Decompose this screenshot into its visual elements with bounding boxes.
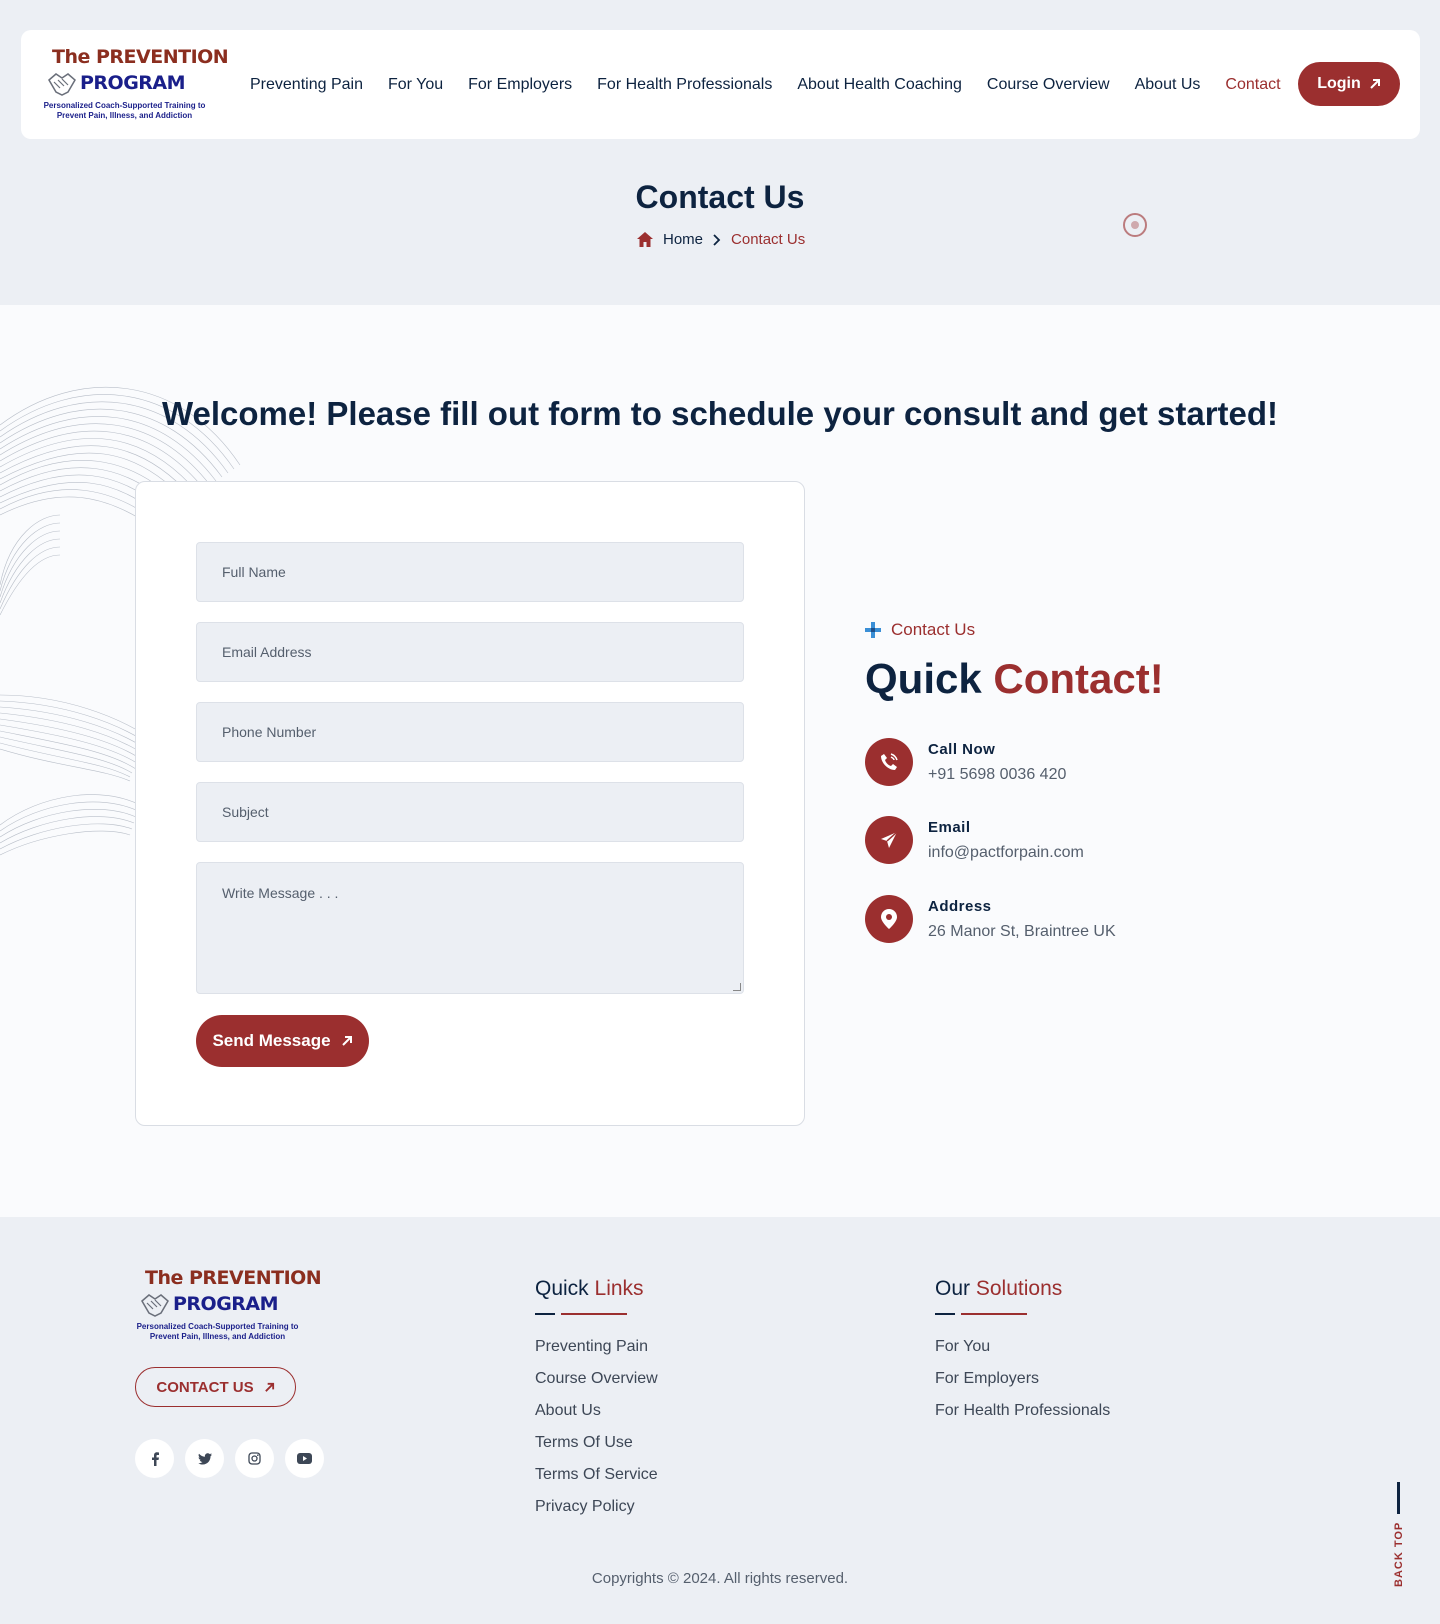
full-name-input[interactable]: Full Name [196,542,744,602]
back-top-label: BACK TOP [1393,1521,1405,1587]
email-input[interactable]: Email Address [196,622,744,682]
quick-links-column: Quick Links Preventing Pain Course Overv… [535,1277,658,1530]
site-header: The PREVENTION PROGRAM Personalized Coac… [21,30,1420,139]
copyright: Copyrights © 2024. All rights reserved. [591,1570,849,1587]
nav-for-employers[interactable]: For Employers [468,76,572,94]
welcome-heading: Welcome! Please fill out form to schedul… [161,395,1279,432]
location-pin-icon [865,895,913,943]
phone-icon [865,738,913,786]
info-call-value[interactable]: +91 5698 0036 420 [928,766,1066,784]
footer-contact-button[interactable]: CONTACT US [135,1367,296,1407]
info-address: Address 26 Manor St, Braintree UK [865,895,1116,943]
title-underline [935,1313,1110,1316]
footer-link-terms-of-use[interactable]: Terms Of Use [535,1434,658,1452]
quick-contact-tag: Contact Us [865,620,975,640]
info-address-label: Address [928,897,992,915]
nav-about-us[interactable]: About Us [1135,76,1201,94]
nav-about-health-coaching[interactable]: About Health Coaching [797,76,962,94]
info-email: Email info@pactforpain.com [865,816,1084,864]
facebook-icon[interactable] [135,1439,174,1478]
logo-tagline: Personalized Coach-Supported Training to… [43,101,206,120]
arrow-up-right-icon [1370,79,1380,89]
breadcrumb-home[interactable]: Home [663,231,703,248]
contact-section: Welcome! Please fill out form to schedul… [0,305,1440,1217]
instagram-icon[interactable] [235,1439,274,1478]
breadcrumb-current: Contact Us [731,231,806,248]
quick-links-title: Quick Links [535,1277,644,1300]
logo-tagline: Personalized Coach-Supported Training to… [136,1322,299,1341]
solutions-column: Our Solutions For You For Employers For … [935,1277,1110,1434]
footer-contact-label: CONTACT US [156,1378,254,1396]
resize-handle[interactable] [733,983,741,991]
arrow-up-right-icon [341,1036,352,1046]
contact-form: Full Name Email Address Phone Number Sub… [135,481,805,1126]
solutions-title: Our Solutions [935,1277,1063,1300]
main-nav: Preventing Pain For You For Employers Fo… [250,30,1306,139]
logo-line1: The PREVENTION [145,1267,322,1289]
footer-link-preventing-pain[interactable]: Preventing Pain [535,1338,658,1356]
paper-plane-icon [865,816,913,864]
message-placeholder: Write Message . . . [222,885,339,901]
page-title-band: Contact Us Home Contact Us [0,139,1440,305]
info-call: Call Now +91 5698 0036 420 [865,738,1066,786]
nav-contact[interactable]: Contact [1225,76,1280,94]
title-underline [535,1313,658,1316]
login-label: Login [1317,75,1361,92]
breadcrumb: Home Contact Us [637,231,805,248]
back-to-top[interactable]: BACK TOP [1386,1482,1410,1592]
logo-line2: PROGRAM [173,1293,279,1315]
phone-input[interactable]: Phone Number [196,702,744,762]
handshake-icon [141,1294,169,1317]
footer-link-about-us[interactable]: About Us [535,1402,658,1420]
footer-link-course-overview[interactable]: Course Overview [535,1370,658,1388]
social-links [135,1439,324,1478]
message-textarea[interactable]: Write Message . . . [196,862,744,994]
info-email-label: Email [928,818,971,836]
back-top-bar [1397,1482,1400,1514]
footer-link-for-employers[interactable]: For Employers [935,1370,1110,1388]
handshake-icon [48,73,76,96]
youtube-icon[interactable] [285,1439,324,1478]
info-email-value[interactable]: info@pactforpain.com [928,844,1084,862]
footer-link-privacy-policy[interactable]: Privacy Policy [535,1498,658,1516]
decorative-circle [1123,213,1147,237]
subject-input[interactable]: Subject [196,782,744,842]
site-footer: The PREVENTION PROGRAM Personalized Coac… [0,1217,1440,1624]
logo-line1: The PREVENTION [52,46,229,68]
twitter-icon[interactable] [185,1439,224,1478]
home-icon [637,232,653,247]
info-call-label: Call Now [928,740,996,758]
plus-icon [865,622,881,638]
page-title: Contact Us [635,179,805,215]
login-button[interactable]: Login [1298,62,1400,106]
nav-for-health-professionals[interactable]: For Health Professionals [597,76,772,94]
quick-contact-title: Quick Contact! [865,655,1164,702]
quick-contact-tag-label: Contact Us [891,620,976,639]
footer-link-terms-of-service[interactable]: Terms Of Service [535,1466,658,1484]
logo-line2: PROGRAM [80,72,186,94]
nav-course-overview[interactable]: Course Overview [987,76,1110,94]
arrow-up-right-icon [264,1382,274,1392]
logo[interactable]: The PREVENTION PROGRAM Personalized Coac… [42,46,229,126]
footer-link-for-you[interactable]: For You [935,1338,1110,1356]
footer-logo[interactable]: The PREVENTION PROGRAM Personalized Coac… [135,1267,322,1347]
send-message-button[interactable]: Send Message [196,1015,369,1067]
chevron-right-icon [713,233,721,246]
send-label: Send Message [212,1031,331,1050]
footer-link-for-health-professionals[interactable]: For Health Professionals [935,1402,1110,1420]
info-address-value: 26 Manor St, Braintree UK [928,922,1116,940]
nav-for-you[interactable]: For You [388,76,443,94]
nav-preventing-pain[interactable]: Preventing Pain [250,76,363,94]
